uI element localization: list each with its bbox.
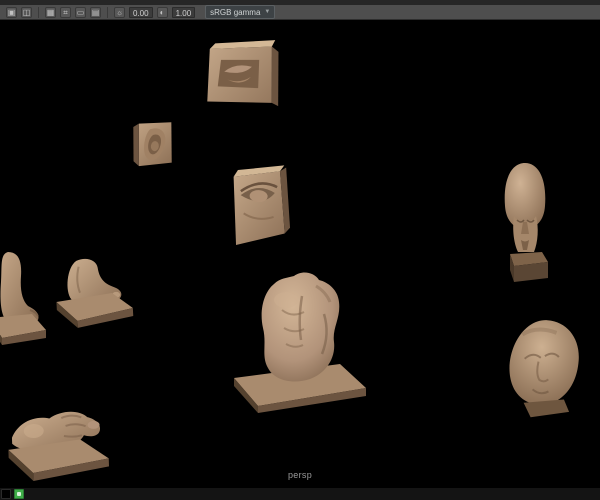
- sculpt-eye-relief-plaque[interactable]: [218, 160, 295, 256]
- view-transform-select[interactable]: sRGB gamma ▼: [205, 5, 276, 19]
- sculpting-app-window: ▣ ◫ ▦ ⌗ ▭ ▤ ☼ 0.00 ◐ 1.00 sRGB gamma ▼ p…: [0, 0, 600, 500]
- gamma-icon[interactable]: ◐: [156, 6, 168, 18]
- gate-mask-icon[interactable]: ▤: [90, 6, 101, 18]
- sculpt-leg-foot-study[interactable]: [0, 248, 50, 346]
- viewport-toolbar: ▣ ◫ ▦ ⌗ ▭ ▤ ☼ 0.00 ◐ 1.00 sRGB gamma ▼: [0, 5, 600, 20]
- camera-label: persp: [287, 470, 312, 480]
- toolbar-separator: [38, 6, 39, 18]
- sculpt-torso-on-plinth[interactable]: [224, 266, 376, 414]
- sculpt-head-bust[interactable]: [496, 313, 589, 425]
- taskbar-app-icon-dark[interactable]: [1, 489, 11, 499]
- resolution-gate-icon[interactable]: ▭: [75, 6, 86, 18]
- sculpt-pharaoh-head-bust[interactable]: [490, 160, 560, 288]
- select-camera-icon[interactable]: ▣: [6, 6, 17, 18]
- chevron-down-icon: ▼: [264, 9, 271, 15]
- taskbar-app-icon-green[interactable]: [14, 489, 24, 499]
- sculpt-lips-relief-plaque[interactable]: [191, 34, 289, 123]
- grid-icon[interactable]: ▦: [45, 6, 56, 18]
- 3d-viewport[interactable]: persp: [0, 20, 600, 488]
- toolbar-separator: [107, 6, 108, 18]
- view-transform-label: sRGB gamma: [210, 7, 261, 17]
- lock-camera-icon[interactable]: ◫: [21, 6, 32, 18]
- taskbar: [0, 488, 600, 500]
- exposure-value[interactable]: 0.00: [129, 6, 153, 18]
- sculpt-foot-on-plinth[interactable]: [48, 250, 140, 336]
- sculpt-ear-study[interactable]: [124, 113, 184, 178]
- film-gate-icon[interactable]: ⌗: [60, 6, 71, 18]
- exposure-icon[interactable]: ☼: [114, 6, 125, 18]
- gamma-value[interactable]: 1.00: [171, 6, 196, 18]
